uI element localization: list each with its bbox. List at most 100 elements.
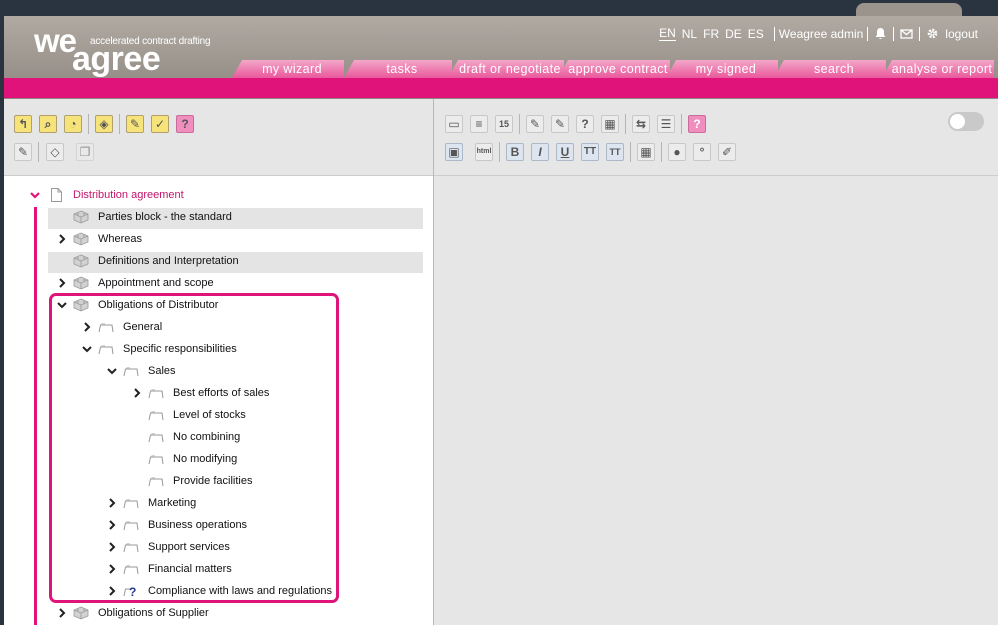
- question-pen-icon: ?: [181, 117, 189, 131]
- tab-analyse-or-report[interactable]: analyse or report: [882, 60, 994, 78]
- mode-toggle[interactable]: [948, 112, 984, 131]
- tab-draft-or-negotiate[interactable]: draft or negotiate: [448, 60, 564, 78]
- top-navigation: EN NL FR DE ES Weagree admin logout: [659, 26, 978, 41]
- table-edit-button[interactable]: ▦: [601, 115, 619, 133]
- html-button[interactable]: html: [475, 143, 493, 161]
- toolbar-separator: [119, 114, 120, 134]
- floppy-icon: ▣: [448, 145, 460, 159]
- date-button[interactable]: 15: [495, 115, 513, 133]
- table-icon: ▦: [604, 117, 616, 131]
- search-clause-button[interactable]: ⌕: [39, 115, 57, 133]
- degree-button[interactable]: °: [693, 143, 711, 161]
- tab-approve-contract[interactable]: approve contract: [558, 60, 670, 78]
- lang-nl[interactable]: NL: [682, 27, 697, 41]
- tree-node-label: Whereas: [98, 233, 143, 245]
- paint-icon: ●: [673, 145, 681, 159]
- lang-en[interactable]: EN: [659, 26, 676, 41]
- italic-button[interactable]: I: [531, 143, 549, 161]
- tree-root[interactable]: Distribution agreement: [0, 184, 430, 206]
- html-icon: html: [476, 148, 492, 155]
- tree-node-label: Definitions and Interpretation: [98, 255, 239, 267]
- toolbar-separator: [661, 142, 662, 162]
- question-edit-button[interactable]: ?: [176, 115, 194, 133]
- underline-button[interactable]: U: [556, 143, 574, 161]
- chevron-right-icon[interactable]: [57, 278, 67, 288]
- text-lines-icon: ☰: [660, 117, 672, 131]
- header-top-tab: [856, 3, 962, 17]
- lang-es[interactable]: ES: [748, 27, 764, 41]
- chevron-down-icon[interactable]: [30, 190, 40, 200]
- insert-list-button[interactable]: ≡: [470, 115, 488, 133]
- variable-button[interactable]: ▭: [445, 115, 463, 133]
- insert-above-button[interactable]: ↰: [14, 115, 32, 133]
- save-button[interactable]: ▣: [445, 143, 463, 161]
- toggle-knob: [950, 114, 965, 129]
- toolbar-separator: [625, 114, 626, 134]
- preview-button[interactable]: ◇: [46, 143, 64, 161]
- edit-pencil-button[interactable]: ✎: [126, 115, 144, 133]
- copy-button[interactable]: ❐: [76, 143, 94, 161]
- chevron-right-icon[interactable]: [57, 234, 67, 244]
- tree-node[interactable]: Parties block - the standard: [0, 206, 430, 228]
- lang-fr[interactable]: FR: [703, 27, 719, 41]
- gear-icon[interactable]: [926, 27, 939, 40]
- bold-icon: B: [510, 145, 520, 159]
- lang-de[interactable]: DE: [725, 27, 742, 41]
- editor-panel: ▭ ≡ 15 ✎ ✎ ? ▦ ⇆ ☰ ? ▣ html B I U TT TT …: [434, 99, 998, 625]
- insert-table-button[interactable]: ▦: [637, 143, 655, 161]
- tab-tasks[interactable]: tasks: [344, 60, 452, 78]
- tab-search[interactable]: search: [774, 60, 886, 78]
- style-pen-button[interactable]: ✎: [526, 115, 544, 133]
- write-button[interactable]: ✎: [14, 143, 32, 161]
- text-align-button[interactable]: ☰: [657, 115, 675, 133]
- clause-cube-icon: [73, 210, 89, 224]
- question-icon: ?: [581, 117, 589, 131]
- edit-pen-button[interactable]: ✎: [551, 115, 569, 133]
- bold-button[interactable]: B: [506, 143, 524, 161]
- nav-separator: [773, 26, 775, 41]
- structure-toolbar: ↰ ⌕ ◔ ◈ ✎ ✓ ? ✎ ◇ ❐: [4, 99, 433, 176]
- comment-button[interactable]: ◔: [64, 115, 82, 133]
- clause-library-button[interactable]: ◈: [95, 115, 113, 133]
- italic-icon: I: [538, 145, 542, 159]
- format-painter-button[interactable]: ✐: [718, 143, 736, 161]
- clause-cube-icon: [73, 254, 89, 268]
- titlecase-button[interactable]: TT: [606, 143, 624, 161]
- uppercase-button[interactable]: TT: [581, 143, 599, 161]
- tree-node-label: Appointment and scope: [98, 277, 214, 289]
- cube-icon: ◈: [99, 117, 109, 131]
- tree-node-label: Parties block - the standard: [98, 211, 232, 223]
- help-button[interactable]: ?: [688, 115, 706, 133]
- clause-cube-icon: [73, 606, 89, 620]
- tab-my-wizard[interactable]: my wizard: [232, 60, 344, 78]
- toolbar-separator: [499, 142, 500, 162]
- fill-button[interactable]: ●: [668, 143, 686, 161]
- pen-icon: ✎: [17, 145, 29, 159]
- pen-icon: ✎: [529, 117, 541, 131]
- user-name[interactable]: Weagree admin: [779, 27, 864, 41]
- help-icon: ?: [693, 117, 701, 131]
- clause-cube-icon: [73, 276, 89, 290]
- underline-icon: U: [560, 145, 570, 159]
- variable-icon: ▭: [448, 117, 460, 131]
- toolbar-separator: [38, 142, 39, 162]
- logo-agree: agree: [72, 40, 161, 78]
- nav-separator: [867, 26, 869, 41]
- calendar-icon: 15: [498, 119, 509, 129]
- clause-cube-icon: [73, 232, 89, 246]
- question-pen-button[interactable]: ?: [576, 115, 594, 133]
- tree-node[interactable]: Whereas: [0, 228, 430, 250]
- tree-node[interactable]: Definitions and Interpretation: [0, 250, 430, 272]
- tree-node[interactable]: Obligations of Supplier: [0, 602, 430, 624]
- link-button[interactable]: ⇆: [632, 115, 650, 133]
- mail-icon[interactable]: [900, 27, 913, 40]
- bell-icon[interactable]: [874, 27, 887, 40]
- tree-node[interactable]: Appointment and scope: [0, 272, 430, 294]
- logout-link[interactable]: logout: [945, 27, 978, 41]
- pen-icon: ✎: [554, 117, 566, 131]
- validate-button[interactable]: ✓: [151, 115, 169, 133]
- speech-bubble-icon: ◔: [69, 117, 77, 131]
- editor-toolbar: ▭ ≡ 15 ✎ ✎ ? ▦ ⇆ ☰ ? ▣ html B I U TT TT …: [434, 99, 998, 176]
- tab-my-signed[interactable]: my signed: [666, 60, 778, 78]
- chevron-right-icon[interactable]: [57, 608, 67, 618]
